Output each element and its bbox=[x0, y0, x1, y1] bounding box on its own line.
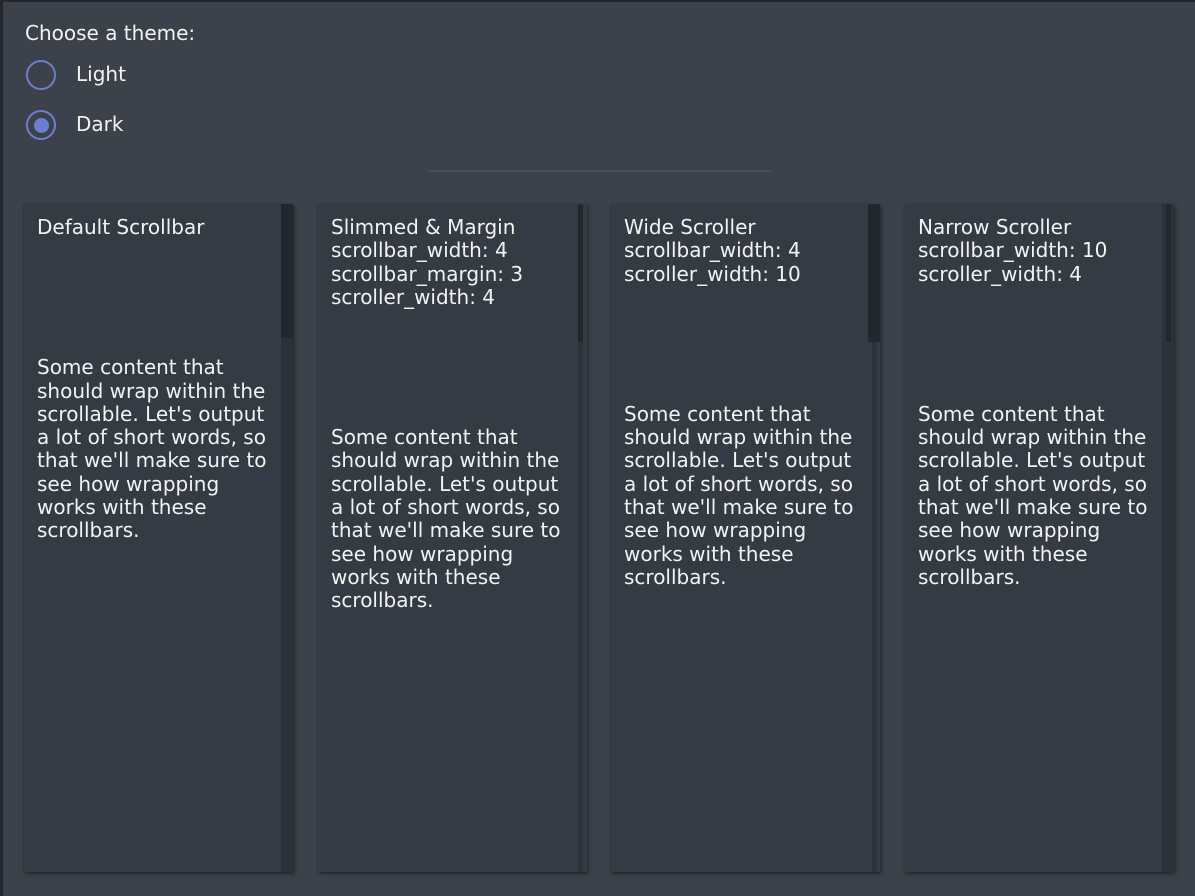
radio-unselected-icon[interactable] bbox=[26, 60, 56, 90]
radio-label-dark[interactable]: Dark bbox=[76, 113, 123, 136]
scrollbar-thumb[interactable] bbox=[868, 204, 880, 342]
window-edge-top bbox=[0, 0, 1195, 2]
panel-content: Some content that should wrap within the… bbox=[331, 426, 571, 612]
radio-dot-icon bbox=[34, 118, 49, 133]
scroll-area-wide-scroller[interactable]: Wide Scroller scrollbar_width: 4 scrolle… bbox=[611, 204, 880, 872]
radio-option-dark[interactable]: Dark bbox=[26, 110, 123, 140]
panel-config: scrollbar_width: 4 scroller_width: 10 bbox=[624, 239, 864, 286]
radio-selected-icon[interactable] bbox=[26, 110, 56, 140]
panel-config: scrollbar_width: 4 scrollbar_margin: 3 s… bbox=[331, 239, 571, 309]
panel-content: Some content that should wrap within the… bbox=[624, 403, 864, 589]
radio-label-light[interactable]: Light bbox=[76, 63, 126, 86]
scrollbar-thumb[interactable] bbox=[578, 204, 583, 342]
theme-chooser-label: Choose a theme: bbox=[25, 22, 195, 45]
panel-title: Wide Scroller bbox=[624, 216, 864, 239]
panel-config: scrollbar_width: 10 scroller_width: 4 bbox=[918, 239, 1158, 286]
panel-title: Default Scrollbar bbox=[37, 216, 277, 239]
window-edge-left bbox=[0, 0, 3, 896]
scrollbar-thumb[interactable] bbox=[281, 204, 293, 338]
scroll-area-narrow-scroller[interactable]: Narrow Scroller scrollbar_width: 10 scro… bbox=[905, 204, 1174, 872]
panel-title: Narrow Scroller bbox=[918, 216, 1158, 239]
panel-content: Some content that should wrap within the… bbox=[37, 356, 277, 542]
panel-content: Some content that should wrap within the… bbox=[918, 403, 1158, 589]
horizontal-divider bbox=[427, 170, 772, 172]
app-background: { "theme_chooser": { "label": "Choose a … bbox=[0, 0, 1195, 896]
panel-title: Slimmed & Margin bbox=[331, 216, 571, 239]
radio-option-light[interactable]: Light bbox=[26, 60, 126, 90]
scroll-area-slimmed-margin[interactable]: Slimmed & Margin scrollbar_width: 4 scro… bbox=[318, 204, 587, 872]
scroll-area-default[interactable]: Default Scrollbar Some content that shou… bbox=[24, 204, 293, 872]
scrollbar-thumb[interactable] bbox=[1166, 204, 1171, 342]
